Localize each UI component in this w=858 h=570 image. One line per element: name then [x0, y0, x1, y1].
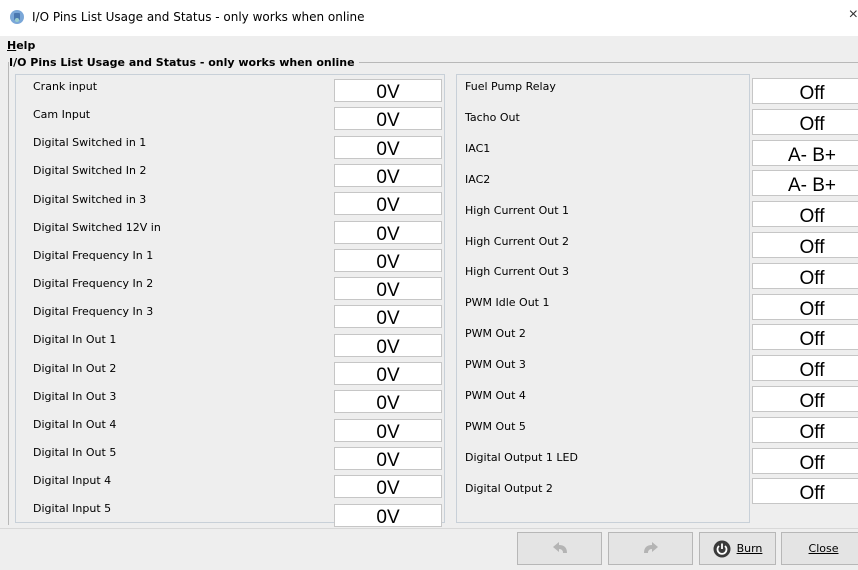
right-pin-label: PWM Idle Out 1 [465, 296, 550, 310]
right-pin-label: IAC1 [465, 141, 491, 155]
undo-button[interactable] [517, 532, 602, 565]
burn-button[interactable]: Burn [699, 532, 776, 565]
left-pin-value: 0V [334, 362, 442, 386]
right-pin-value: Off [752, 386, 858, 412]
right-pin-value: Off [752, 355, 858, 382]
left-pin-label: Digital Input 4 [33, 474, 112, 488]
right-pin-label: Digital Output 2 [465, 481, 553, 495]
left-pin-label: Digital Input 5 [33, 502, 112, 516]
right-pin-value: Off [752, 324, 858, 351]
left-pin-value: 0V [334, 107, 442, 131]
right-pin-label: Tacho Out [465, 110, 520, 124]
left-pin-value: 0V [334, 446, 442, 471]
left-pin-value: 0V [334, 333, 442, 358]
redo-button[interactable] [608, 532, 693, 565]
right-pin-label: High Current Out 1 [465, 203, 570, 217]
right-pin-value: A- B+ [752, 170, 858, 197]
left-pin-value: 0V [334, 220, 442, 245]
right-pin-value: Off [752, 108, 858, 135]
power-icon [713, 540, 731, 557]
right-pin-label: PWM Out 2 [465, 327, 526, 341]
left-pin-label: Digital In Out 3 [33, 389, 117, 403]
left-pin-label: Digital In Out 2 [33, 361, 117, 375]
right-pin-value: Off [752, 232, 858, 258]
right-pin-value: Off [752, 478, 858, 505]
left-pin-label: Digital In Out 1 [33, 333, 117, 347]
right-pin-label: PWM Out 5 [465, 419, 526, 433]
right-pin-value: A- B+ [752, 139, 858, 166]
right-pin-value: Off [752, 78, 858, 104]
window-title: I/O Pins List Usage and Status - only wo… [32, 10, 365, 24]
right-pin-value: Off [752, 447, 858, 474]
left-pin-label: Digital Frequency In 3 [33, 305, 154, 319]
left-pin-value: 0V [334, 79, 442, 103]
left-pin-value: 0V [334, 475, 442, 499]
ecu-app-icon [10, 10, 24, 24]
left-pin-value: 0V [334, 305, 442, 329]
right-pin-label: Fuel Pump Relay [465, 80, 556, 93]
left-pin-value: 0V [334, 418, 442, 443]
left-pin-value: 0V [334, 135, 442, 160]
right-pin-label: IAC2 [465, 172, 491, 186]
left-pin-value: 0V [334, 503, 442, 528]
left-pin-value: 0V [334, 192, 442, 216]
right-pin-value: Off [752, 201, 858, 228]
close-button[interactable]: Close [781, 532, 858, 565]
left-pin-label: Cam Input [33, 108, 91, 122]
right-pin-label: High Current Out 3 [465, 265, 570, 279]
left-pin-label: Digital Frequency In 1 [33, 248, 154, 262]
right-pin-label: PWM Out 3 [465, 358, 526, 372]
right-pin-value: Off [752, 416, 858, 443]
left-pin-label: Digital Switched 12V in [33, 220, 161, 234]
burn-label: Burn [736, 542, 763, 555]
left-pin-label: Digital Switched in 3 [33, 192, 147, 206]
left-pin-value: 0V [334, 163, 442, 188]
right-pin-label: High Current Out 2 [465, 234, 570, 248]
close-window-icon[interactable]: × [849, 6, 858, 24]
left-pin-label: Digital In Out 5 [33, 445, 117, 459]
menu-bar: Help [0, 36, 858, 56]
left-pin-label: Digital Switched In 2 [33, 164, 147, 178]
right-pin-value: Off [752, 293, 858, 320]
left-pin-value: 0V [334, 277, 442, 301]
title-bar: I/O Pins List Usage and Status - only wo… [0, 0, 858, 36]
left-pin-label: Digital Frequency In 2 [33, 277, 154, 291]
undo-icon [552, 541, 567, 553]
left-pin-label: Digital In Out 4 [33, 417, 117, 431]
group-title: I/O Pins List Usage and Status - only wo… [9, 56, 359, 69]
close-label: Close [808, 542, 839, 555]
left-pin-value: 0V [334, 248, 442, 273]
right-pin-label: PWM Out 4 [465, 389, 526, 402]
menu-help[interactable]: Help [7, 39, 35, 52]
right-pin-label: Digital Output 1 LED [465, 450, 578, 464]
left-pin-label: Digital Switched in 1 [33, 136, 147, 150]
redo-icon [643, 541, 658, 553]
right-pin-value: Off [752, 262, 858, 289]
left-pin-value: 0V [334, 390, 442, 414]
left-pin-label: Crank input [33, 80, 98, 93]
